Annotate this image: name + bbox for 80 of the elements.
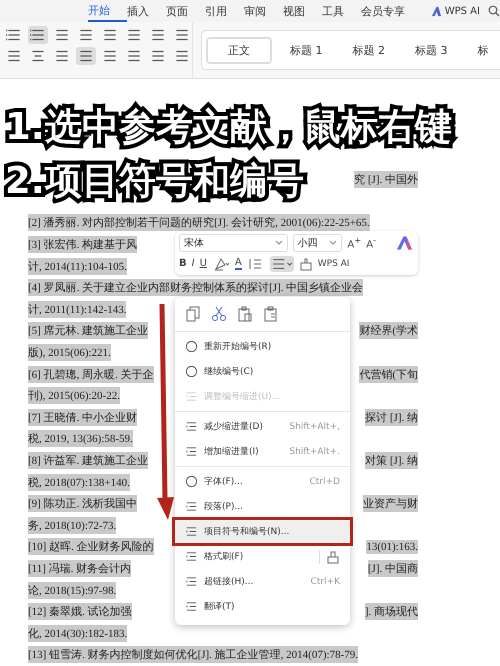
caption-text: 2.项目符号和编号 bbox=[0, 156, 309, 206]
list-icon bbox=[185, 525, 198, 538]
ai-logo-icon bbox=[430, 6, 442, 16]
reference-text: 税, 2019, 13(36):58-59. bbox=[28, 430, 133, 448]
menu-item[interactable]: 段落(P)... bbox=[175, 494, 350, 519]
brush-icon[interactable] bbox=[298, 256, 313, 270]
reference-text: 化, 2014(30):182-183. bbox=[28, 624, 128, 642]
menu-item[interactable]: 超链接(H)... Ctrl+K bbox=[175, 569, 350, 594]
align-icon[interactable] bbox=[270, 256, 294, 272]
wps-ai-dropdown[interactable]: WPS AI bbox=[318, 258, 350, 268]
size-dropdown[interactable]: 小四 bbox=[292, 234, 342, 252]
reference-text: 财经界(学术 bbox=[359, 322, 418, 340]
chevron-icon bbox=[329, 240, 338, 245]
menu-item[interactable]: 继续编号(C) bbox=[175, 359, 350, 384]
shrink-font-button[interactable]: A$^{-}$ bbox=[366, 234, 376, 250]
ribbon-tab[interactable]: 工具 bbox=[322, 2, 361, 20]
paste-text-icon[interactable] bbox=[263, 306, 279, 322]
ribbon-tab[interactable]: 插入 bbox=[126, 2, 166, 20]
chevron-icon bbox=[274, 240, 283, 245]
search-icon[interactable] bbox=[488, 5, 500, 17]
menu-item[interactable]: 翻译(T) bbox=[175, 594, 350, 619]
style-option[interactable]: 标题 1 bbox=[278, 36, 334, 64]
reference-text: 版), 2015(06):221. bbox=[28, 344, 111, 362]
reference-text: 计, 2014(11):104-105. bbox=[28, 258, 127, 275]
reference-text: [8] 许益军. 建筑施工企业 bbox=[28, 452, 148, 470]
reference-text: 代营销(下旬 bbox=[359, 366, 418, 383]
reference-text: [5] 席元林. 建筑施工企业 bbox=[28, 322, 148, 340]
ai-logo-icon[interactable] bbox=[395, 234, 414, 250]
menu-item[interactable]: 项目符号和编号(N)... bbox=[175, 519, 350, 544]
menu-item[interactable]: 减少缩进量(D) Shift+Alt+, bbox=[175, 414, 350, 439]
reference-text: ]. 商场现代 bbox=[364, 603, 418, 620]
reference-text: [10] 赵晖. 企业财务风险的 bbox=[28, 538, 154, 556]
brush-icon bbox=[185, 550, 198, 563]
ribbon-tab[interactable]: 页面 bbox=[166, 2, 205, 20]
font-dropdown[interactable]: 宋体 bbox=[179, 234, 288, 252]
paste-icon[interactable] bbox=[237, 306, 253, 322]
font-color-button[interactable]: A bbox=[234, 258, 242, 270]
style-option[interactable]: 标题 3 bbox=[403, 36, 460, 64]
copy-icon[interactable] bbox=[185, 306, 201, 322]
reference-text: 对策 [J]. 纳 bbox=[365, 452, 418, 470]
menu-item[interactable]: 格式刷(F) bbox=[175, 544, 350, 569]
grow-font-button[interactable]: A$^{+}$ bbox=[347, 234, 362, 250]
cut-icon[interactable] bbox=[211, 306, 227, 322]
caption-text: 1.选中参考文献，鼠标右键 bbox=[0, 102, 457, 152]
style-option[interactable]: 标题 2 bbox=[340, 36, 397, 64]
reference-text: [11] 冯瑞. 财务会计内 bbox=[28, 560, 132, 577]
reference-text: 务, 2018(10):72-73. bbox=[28, 516, 116, 534]
style-option[interactable]: 正文 bbox=[206, 36, 272, 64]
reference-text: [13] 钮雪涛. 财务内控制度如何优化[J]. 施工企业管理, 2014(07):78-79. bbox=[28, 646, 358, 664]
reference-text: 税, 2018(07):138+140. bbox=[28, 474, 130, 491]
ribbon-tab[interactable]: 引用 bbox=[204, 2, 244, 20]
reference-text: 业资产与财 bbox=[363, 495, 418, 512]
reference-text: [9] 陈功正. 浅析我国中 bbox=[28, 495, 138, 512]
justify-icon[interactable] bbox=[76, 47, 96, 65]
reference-text: [12] 秦翠娥. 试论加强 bbox=[28, 603, 132, 620]
menu-item[interactable]: 增加缩进量(I) Shift+Alt+. bbox=[175, 439, 350, 464]
wps-ai-button[interactable]: WPS AI bbox=[426, 6, 484, 16]
reference-text: 探讨 [J]. 纳 bbox=[365, 408, 418, 426]
ribbon-tab[interactable]: 审阅 bbox=[244, 2, 283, 20]
reference-text: 究 [J]. 中国外 bbox=[354, 171, 418, 188]
reference-text: 13(01):163. bbox=[366, 540, 418, 554]
menu-item[interactable]: 重新开始编号(R) bbox=[175, 334, 350, 359]
italic-button[interactable]: I bbox=[192, 258, 195, 269]
reference-text: [J]. 中国商 bbox=[368, 560, 418, 577]
reference-text: 论, 2018(15):97-98. bbox=[28, 582, 116, 599]
reference-text: [3] 张宏伟. 构建基于风 bbox=[28, 236, 138, 254]
ribbon-tab[interactable]: 视图 bbox=[282, 2, 322, 20]
ribbon-tab[interactable]: 会员专享 bbox=[360, 2, 421, 20]
brush-icon[interactable] bbox=[326, 550, 340, 564]
reference-text: [4] 罗凤丽. 关于建立企业内部财务控制体系的探讨[J]. 中国乡镇企业会 bbox=[28, 279, 364, 296]
style-option[interactable]: 标 bbox=[466, 36, 500, 64]
menu-item[interactable]: 字体(F)... Ctrl+D bbox=[175, 469, 350, 494]
reference-text: [7] 王晓倩. 中小企业财 bbox=[28, 408, 138, 426]
reference-text: 刊), 2015(06):20-22. bbox=[28, 387, 120, 404]
reference-text: [6] 孔碧璁, 周永暖. 关于企 bbox=[28, 366, 154, 383]
bold-button[interactable]: B bbox=[179, 258, 187, 269]
numbered-list-icon[interactable] bbox=[28, 26, 48, 44]
reference-text: [2] 潘秀丽. 对内部控制若干问题的研究[J]. 会计研究, 2001(06):22-25+65. bbox=[28, 214, 370, 232]
reference-text: 计, 2011(11):142-143. bbox=[28, 300, 126, 318]
underline-button[interactable]: U bbox=[200, 258, 207, 269]
